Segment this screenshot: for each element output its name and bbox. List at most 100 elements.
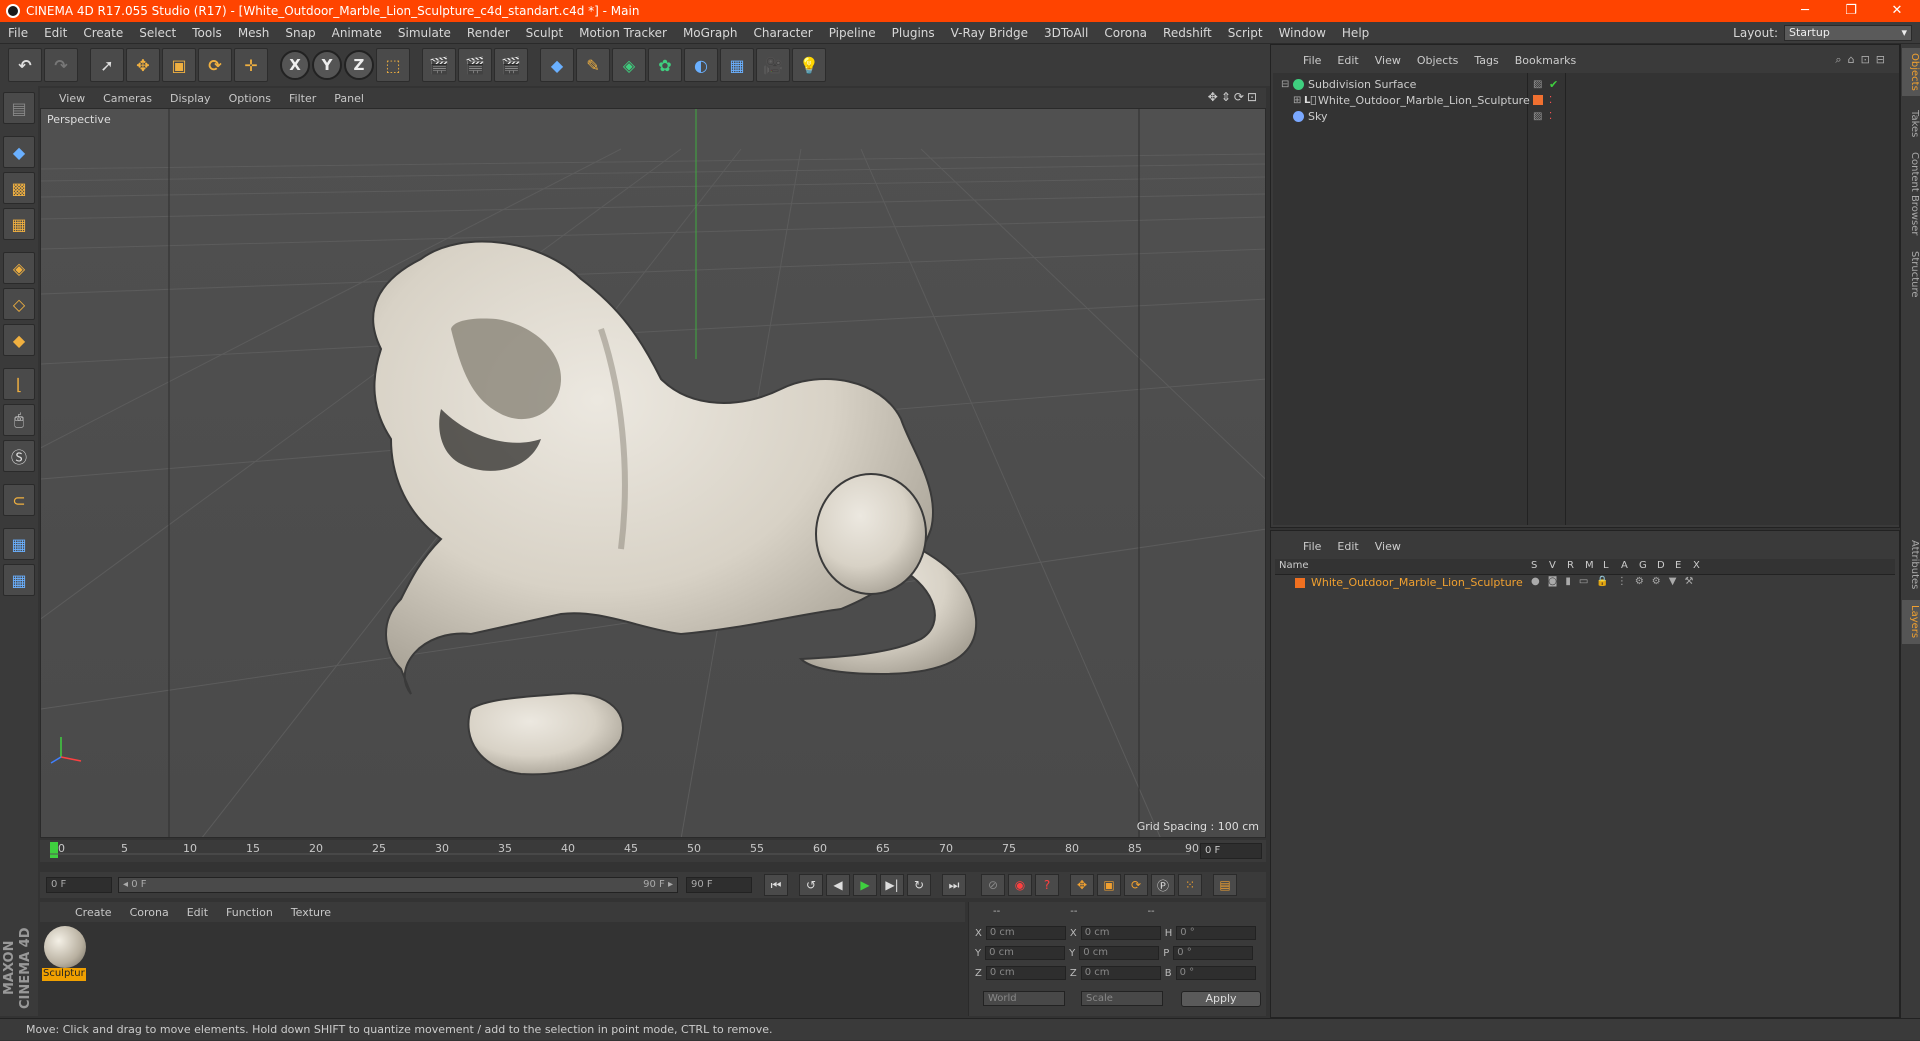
layer-flag-view[interactable]: V [1549,560,1556,571]
undo-icon[interactable]: ↶ [8,48,42,82]
start-frame-field[interactable]: 0 F [46,877,112,893]
render-settings-icon[interactable]: 🎬 [494,48,528,82]
material-name-label[interactable]: Sculptur [42,968,86,981]
tab-objects[interactable]: Objects [1902,48,1920,96]
timeline-ruler[interactable]: 0 5 10 15 20 25 30 35 40 45 50 55 60 65 … [40,840,1266,862]
menu-redshift[interactable]: Redshift [1155,26,1220,40]
tab-attributes[interactable]: Attributes [1902,534,1920,596]
menu-mesh[interactable]: Mesh [230,26,278,40]
layer-color-swatch[interactable] [1295,578,1305,588]
menu-window[interactable]: Window [1271,26,1334,40]
rotation-h-field[interactable]: 0 ° [1176,926,1257,940]
rotate-icon[interactable]: ⟳ [198,48,232,82]
select-arrow-icon[interactable]: ➚ [90,48,124,82]
menu-sculpt[interactable]: Sculpt [518,26,571,40]
layer-swatch-icon[interactable]: ▨ [1533,111,1542,122]
position-z-field[interactable]: 0 cm [985,966,1066,980]
previous-frame-icon[interactable]: ◀ [826,874,850,896]
menu-character[interactable]: Character [745,26,820,40]
end-frame-field[interactable]: 90 F [686,877,752,893]
viewport-menu-view[interactable]: View [50,92,94,105]
menu-vray-bridge[interactable]: V-Ray Bridge [943,26,1036,40]
go-to-start-icon[interactable]: ⏮ [764,874,788,896]
viewport-menu-options[interactable]: Options [220,92,280,105]
menu-select[interactable]: Select [131,26,184,40]
texture-mode-checker-icon[interactable]: ▩ [3,172,35,204]
layer-flag-animation[interactable]: A [1621,560,1628,571]
grid-lock-icon[interactable]: ▦ [3,528,35,560]
size-y-field[interactable]: 0 cm [1079,946,1160,960]
object-row-sky[interactable]: Sky ▨ ⁚ [1277,107,1897,125]
motion-record-icon[interactable]: ⊘ [981,874,1005,896]
timeline-window-icon[interactable]: ▤ [1213,874,1237,896]
rotation-b-field[interactable]: 0 ° [1175,966,1256,980]
render-picture-queue-icon[interactable]: 🎬 [458,48,492,82]
layer-color-swatch[interactable] [1533,95,1543,105]
size-z-field[interactable]: 0 cm [1080,966,1161,980]
layer-flag-deformers[interactable]: D [1657,560,1665,571]
play-icon[interactable]: ▶ [853,874,877,896]
light-icon[interactable]: 💡 [792,48,826,82]
lm-menu-edit[interactable]: Edit [1329,540,1366,553]
menu-tools[interactable]: Tools [184,26,230,40]
frame-range-slider[interactable]: ◂ 0 F 90 F ▸ [118,877,678,893]
grid-snap-icon[interactable]: ▦ [3,564,35,596]
menu-mograph[interactable]: MoGraph [675,26,746,40]
tweak-icon[interactable]: 🖱 [3,404,35,436]
menu-help[interactable]: Help [1334,26,1377,40]
menu-animate[interactable]: Animate [324,26,390,40]
key-scale-icon[interactable]: ▣ [1097,874,1121,896]
menu-plugins[interactable]: Plugins [884,26,943,40]
layer-name[interactable]: White_Outdoor_Marble_Lion_Sculpture [1311,576,1523,589]
floor-icon[interactable]: ▦ [720,48,754,82]
tab-structure[interactable]: Structure [1902,244,1920,304]
layer-flag-solo[interactable]: S [1531,560,1537,571]
key-parameter-icon[interactable]: Ⓟ [1151,874,1175,896]
om-menu-bookmarks[interactable]: Bookmarks [1507,54,1584,67]
visibility-dots-icon[interactable]: ⁚ [1549,111,1552,122]
live-select-icon[interactable]: ✛ [234,48,268,82]
material-menu-corona[interactable]: Corona [121,906,178,919]
apply-button[interactable]: Apply [1181,991,1261,1007]
position-x-field[interactable]: 0 cm [985,926,1066,940]
position-y-field[interactable]: 0 cm [985,946,1066,960]
om-menu-edit[interactable]: Edit [1329,54,1366,67]
menu-render[interactable]: Render [459,26,518,40]
minimize-button[interactable]: ─ [1782,0,1828,22]
previous-key-icon[interactable]: ↺ [799,874,823,896]
points-mode-icon[interactable]: ◈ [3,252,35,284]
material-menu-texture[interactable]: Texture [282,906,340,919]
workplane-icon[interactable]: ▦ [3,208,35,240]
visibility-dots-icon[interactable]: ⁚ [1549,95,1552,106]
menu-file[interactable]: File [0,26,36,40]
menu-snap[interactable]: Snap [277,26,323,40]
record-keys-icon[interactable]: ◉ [1008,874,1032,896]
redo-icon[interactable]: ↷ [44,48,78,82]
viewport-nav-icons[interactable]: ✥⇕⟳⊡ [1208,90,1260,104]
menu-simulate[interactable]: Simulate [390,26,459,40]
close-button[interactable]: ✕ [1874,0,1920,22]
polygons-mode-icon[interactable]: ◆ [3,324,35,356]
size-x-field[interactable]: 0 cm [1080,926,1161,940]
layer-flag-expressions[interactable]: E [1675,560,1681,571]
viewport-menu-panel[interactable]: Panel [325,92,373,105]
key-pla-icon[interactable]: ⁙ [1178,874,1202,896]
om-menu-file[interactable]: File [1295,54,1329,67]
tab-layers[interactable]: Layers [1902,600,1920,644]
enabled-check-icon[interactable]: ✔ [1549,78,1558,91]
viewport-menu-display[interactable]: Display [161,92,220,105]
expand-toggle-icon[interactable]: ⊞ [1293,95,1301,106]
z-axis-icon[interactable]: Z [344,50,374,80]
tab-takes[interactable]: Takes [1902,104,1920,144]
restore-button[interactable]: ❐ [1828,0,1874,22]
viewport-menu-filter[interactable]: Filter [280,92,325,105]
cloner-icon[interactable]: ✿ [648,48,682,82]
camera-icon[interactable]: 🎥 [756,48,790,82]
texture-mode-icon[interactable]: ◆ [3,136,35,168]
material-menu-edit[interactable]: Edit [178,906,217,919]
collapse-toggle-icon[interactable]: ⊟ [1281,79,1289,90]
scale-mode-dropdown[interactable]: Scale [1081,991,1163,1006]
snap-icon[interactable]: Ⓢ [3,440,35,472]
viewport-menu-cameras[interactable]: Cameras [94,92,161,105]
menu-corona[interactable]: Corona [1096,26,1155,40]
